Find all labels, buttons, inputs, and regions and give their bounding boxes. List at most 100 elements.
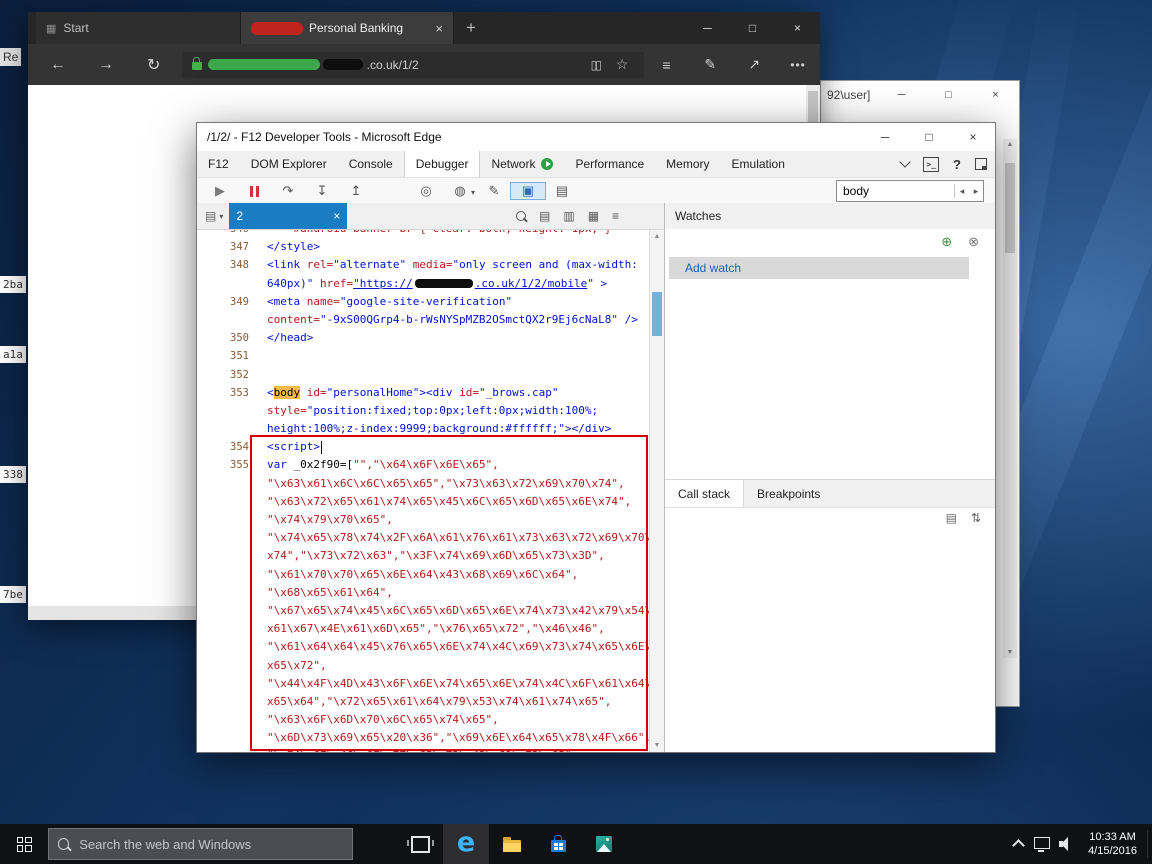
code-row[interactable]: 355var _0x2f90=["","\x64\x6F\x6E\x65", — [197, 456, 650, 474]
help-icon[interactable]: ? — [953, 157, 961, 172]
document-tab-2[interactable]: 2 × — [229, 203, 347, 229]
tab-personal-banking[interactable]: Personal Banking × — [241, 12, 454, 44]
step-over-button[interactable]: ↷ — [271, 183, 305, 199]
code-row[interactable]: 640px)" href="https://.co.uk/1/2/mobile"… — [197, 275, 650, 293]
code-row[interactable]: 349<meta name="google-site-verification" — [197, 293, 650, 311]
minimize-button[interactable]: ─ — [685, 12, 730, 44]
scrollbar-thumb[interactable] — [652, 292, 662, 336]
doc-tab-close-icon[interactable]: × — [333, 209, 340, 223]
devtools-title-bar[interactable]: /1/2/ - F12 Developer Tools - Microsoft … — [197, 123, 995, 151]
menu-tab-emulation[interactable]: Emulation — [721, 151, 796, 177]
code-row[interactable]: content="-9xS00QGrp4-b-rWsNYSpMZB2OSmctQ… — [197, 311, 650, 329]
tab-start[interactable]: ▦ Start — [36, 12, 241, 44]
step-into-button[interactable]: ↧ — [305, 183, 339, 199]
code-row[interactable]: "\x61\x70\x70\x65\x6E\x64\x43\x68\x69\x6… — [197, 566, 650, 584]
code-row[interactable]: "\x44\x4F\x4D\x43\x6F\x6E\x74\x65\x6E\x7… — [197, 675, 650, 693]
start-button[interactable] — [0, 824, 48, 864]
code-row[interactable]: 348<link rel="alternate" media="only scr… — [197, 256, 650, 274]
docbar-icon[interactable]: ▦ — [588, 209, 599, 223]
maximize-button[interactable]: □ — [730, 12, 775, 44]
break-button[interactable] — [237, 186, 271, 197]
code-row[interactable]: "\x63\x6F\x6D\x70\x6C\x65\x74\x65", — [197, 711, 650, 729]
code-row[interactable]: "\x74\x79\x70\x65", — [197, 511, 650, 529]
favorite-star-icon[interactable]: ☆ — [608, 56, 637, 73]
scroll-down-icon[interactable]: ▼ — [650, 742, 664, 749]
search-next-icon[interactable]: ▸ — [969, 186, 983, 197]
menu-tab-console[interactable]: Console — [338, 151, 404, 177]
menu-tab-f12[interactable]: F12 — [197, 151, 240, 177]
share-icon[interactable]: ↗ — [732, 56, 776, 73]
code-row[interactable]: "\x67\x65\x74\x45\x6C\x65\x6D\x65\x6E\x7… — [197, 602, 650, 620]
minimize-button[interactable]: ─ — [863, 130, 907, 144]
taskbar-edge-button[interactable]: e — [443, 824, 489, 864]
scroll-up-icon[interactable]: ▲ — [1003, 141, 1017, 148]
tab-call-stack[interactable]: Call stack — [665, 480, 744, 507]
search-prev-icon[interactable]: ◂ — [955, 186, 969, 197]
add-watch-row[interactable]: Add watch — [669, 257, 969, 279]
code-row[interactable]: 351 — [197, 347, 650, 365]
code-row[interactable]: x74","\x73\x72\x63","\x3F\x74\x69\x6D\x6… — [197, 547, 650, 565]
store-button[interactable] — [535, 824, 581, 864]
tab-close-icon[interactable]: × — [427, 21, 443, 36]
code-row[interactable]: x65\x64","\x72\x65\x61\x64\x79\x53\x74\x… — [197, 693, 650, 711]
source-scrollbar[interactable]: ▲ ▼ — [649, 230, 664, 752]
just-my-code-button[interactable]: ▤ — [545, 183, 579, 199]
chevron-down-icon[interactable] — [900, 156, 911, 167]
volume-tray-button[interactable] — [1054, 824, 1078, 864]
scrollbar-thumb[interactable] — [1005, 163, 1015, 253]
menu-tab-debugger[interactable]: Debugger — [404, 151, 481, 177]
callstack-icon[interactable]: ▤ — [946, 511, 957, 525]
code-row[interactable]: style="position:fixed;top:0px;left:0px;w… — [197, 402, 650, 420]
code-row[interactable]: "\x63\x72\x65\x61\x74\x65\x45\x6C\x65\x6… — [197, 493, 650, 511]
forward-button[interactable]: → — [82, 56, 130, 74]
clear-watches-icon[interactable]: ⊗ — [968, 234, 979, 250]
code-row[interactable]: x61\x67\x4E\x61\x6D\x65","\x76\x65\x72",… — [197, 620, 650, 638]
code-row[interactable]: 346 #android-banner br { clear: both; he… — [197, 230, 650, 238]
pause-on-exceptions-button[interactable]: ◍▾ — [443, 183, 477, 199]
maximize-button[interactable]: □ — [925, 89, 972, 101]
network-tray-button[interactable] — [1030, 824, 1054, 864]
close-button[interactable]: × — [951, 130, 995, 144]
continue-button[interactable]: ▶ — [203, 183, 237, 199]
break-on-new-worker-button[interactable]: ◎ — [409, 183, 443, 199]
new-tab-button[interactable]: + — [454, 12, 488, 44]
edit-breakpoints-button[interactable]: ✎ — [477, 183, 511, 199]
code-row[interactable]: "\x61\x64\x64\x45\x76\x65\x6E\x74\x4C\x6… — [197, 638, 650, 656]
pretty-print-button[interactable]: ▣ — [511, 183, 545, 199]
docbar-icon[interactable]: ≡ — [612, 209, 619, 223]
background-window-scrollbar[interactable]: ▲ ▼ — [1003, 139, 1017, 658]
code-row[interactable]: "\x74\x65\x78\x74\x2F\x6A\x61\x76\x61\x7… — [197, 529, 650, 547]
close-button[interactable]: × — [775, 12, 820, 44]
code-row[interactable]: 353<body id="personalHome"><div id="_bro… — [197, 384, 650, 402]
search-input[interactable] — [77, 836, 343, 853]
code-row[interactable]: 347</style> — [197, 238, 650, 256]
tab-breakpoints[interactable]: Breakpoints — [744, 480, 833, 507]
code-row[interactable]: height:100%;z-index:9999;background:#fff… — [197, 420, 650, 438]
hub-icon[interactable]: ≡ — [644, 57, 688, 73]
menu-tab-dom-explorer[interactable]: DOM Explorer — [240, 151, 338, 177]
docbar-icon[interactable]: ▤ — [539, 209, 550, 223]
taskbar-clock[interactable]: 10:33 AM 4/15/2016 — [1078, 830, 1148, 858]
refresh-button[interactable]: ↻ — [130, 55, 178, 75]
code-row[interactable]: 350</head> — [197, 329, 650, 347]
web-note-icon[interactable]: ✎ — [688, 56, 732, 73]
reading-view-icon[interactable]: ▯▯ — [583, 58, 608, 72]
taskbar-search-box[interactable] — [48, 828, 353, 860]
find-icon[interactable] — [516, 211, 526, 221]
menu-tab-performance[interactable]: Performance — [564, 151, 655, 177]
code-row[interactable]: x65\x72", — [197, 657, 650, 675]
step-out-button[interactable]: ↥ — [339, 183, 373, 199]
file-explorer-button[interactable] — [489, 824, 535, 864]
background-window-title-bar[interactable]: 92\user] ─ □ × — [821, 81, 1019, 109]
source-pane[interactable]: 346 #android-banner br { clear: both; he… — [197, 230, 664, 752]
show-console-icon[interactable]: >_ — [923, 157, 939, 172]
code-row[interactable]: 352 — [197, 366, 650, 384]
docbar-icon[interactable]: ▥ — [563, 209, 574, 223]
unpin-icon[interactable] — [975, 158, 987, 170]
photos-button[interactable] — [581, 824, 627, 864]
maximize-button[interactable]: □ — [907, 130, 951, 144]
code-row[interactable]: 354<script> — [197, 438, 650, 456]
minimize-button[interactable]: ─ — [878, 89, 925, 101]
tray-expand-button[interactable] — [1006, 824, 1030, 864]
scroll-up-icon[interactable]: ▲ — [650, 233, 664, 240]
